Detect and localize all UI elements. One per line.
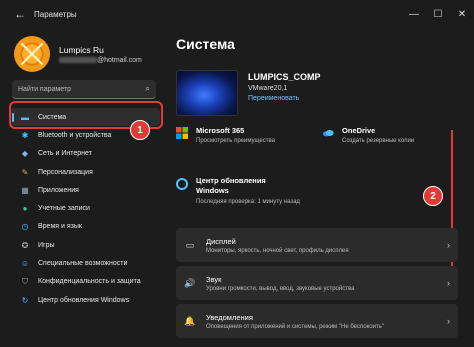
sidebar-item-label: Bluetooth и устройства <box>38 131 112 139</box>
avatar <box>14 36 50 72</box>
tile-title: OneDrive <box>342 126 376 135</box>
rename-link[interactable]: Переименовать <box>248 95 321 102</box>
row-icon: 🔔 <box>184 315 196 326</box>
user-email-suffix: @hotmail.com <box>97 56 142 64</box>
tile-subtitle: Создать резервные копии <box>342 138 415 144</box>
minimize-button[interactable]: — <box>402 0 426 28</box>
tile-title: Microsoft 365 <box>196 126 245 135</box>
tile-onedrive[interactable]: OneDrive Создать резервные копии <box>322 126 462 144</box>
device-model: VMware20,1 <box>248 85 288 92</box>
nav-icon: ● <box>22 204 28 214</box>
row-subtitle: Мониторы, яркость, ночной свет, профиль … <box>206 247 349 254</box>
row-text: Уведомления Оповещения от приложений и си… <box>206 313 447 330</box>
user-email: @hotmail.com <box>59 57 142 64</box>
user-card[interactable]: Lumpics Ru @hotmail.com <box>14 36 142 72</box>
sidebar: Lumpics Ru @hotmail.com Найти параметр ⌕… <box>0 28 168 347</box>
settings-list: ▭ Дисплей Мониторы, яркость, ночной свет, … <box>176 228 458 342</box>
nav-icon: ☺ <box>20 259 30 269</box>
nav-icon: ✱ <box>21 130 29 140</box>
sidebar-item[interactable]: ✎ Персонализация <box>10 163 160 181</box>
maximize-button[interactable]: ☐ <box>426 0 450 28</box>
search-placeholder: Найти параметр <box>18 85 71 93</box>
row-subtitle: Уровни громкости, вывод, ввод, звуковые … <box>206 285 355 292</box>
chevron-right-icon: › <box>447 316 450 326</box>
sidebar-item-label: Центр обновления Windows <box>38 296 130 304</box>
update-title: Центр обновления Windows <box>196 176 266 195</box>
update-subtitle: Последняя проверка: 1 минуту назад <box>196 199 300 205</box>
annotation-badge-1: 1 <box>130 120 150 140</box>
nav-icon: ↻ <box>21 295 29 305</box>
update-icon <box>176 178 188 190</box>
nav-icon: ✎ <box>21 167 29 177</box>
row-text: Дисплей Мониторы, яркость, ночной свет, п… <box>206 237 447 254</box>
email-redaction <box>59 56 97 63</box>
search-icon: ⌕ <box>145 84 150 93</box>
row-subtitle: Оповещения от приложений и системы, режи… <box>206 323 384 330</box>
row-title: Уведомления <box>206 312 253 322</box>
cloud-icon <box>322 130 334 137</box>
sidebar-item[interactable]: ◷ Время и язык <box>10 218 160 236</box>
back-arrow-icon[interactable]: ← <box>10 4 30 24</box>
sidebar-item[interactable]: ↻ Центр обновления Windows <box>10 291 160 309</box>
nav-icon: ⛉ <box>22 276 28 286</box>
device-wallpaper <box>176 70 238 116</box>
close-button[interactable]: ✕ <box>450 0 474 28</box>
sidebar-item-label: Сеть и Интернет <box>38 150 92 158</box>
user-name: Lumpics Ru <box>59 44 104 55</box>
sidebar-item-label: Специальные возможности <box>38 260 128 268</box>
sidebar-item[interactable]: ☺ Специальные возможности <box>10 254 160 272</box>
sidebar-item[interactable]: ▦ Приложения <box>10 181 160 199</box>
tile-subtitle: Просмотреть преимущества <box>196 138 275 144</box>
sidebar-item-label: Персонализация <box>38 168 93 176</box>
user-info: Lumpics Ru @hotmail.com <box>59 45 142 64</box>
row-icon: ▭ <box>185 239 195 250</box>
settings-row[interactable]: 🔊 Звук Уровни громкости, вывод, ввод, звук… <box>176 266 458 300</box>
device-card: LUMPICS_COMP VMware20,1 Переименовать <box>176 70 321 116</box>
window-title: Параметры <box>34 9 77 19</box>
nav-icon: ◷ <box>21 222 29 232</box>
chevron-right-icon: › <box>447 278 450 288</box>
title-bar: ← Параметры — ☐ ✕ <box>0 0 474 28</box>
sidebar-item-label: Учетные записи <box>38 205 90 213</box>
sidebar-item[interactable]: ✪ Игры <box>10 236 160 254</box>
nav-icon: ▦ <box>21 185 29 195</box>
quick-tiles: Microsoft 365 Просмотреть преимущества O… <box>176 126 466 144</box>
settings-row[interactable]: 🔔 Уведомления Оповещения от приложений и с… <box>176 304 458 338</box>
tile-microsoft-365[interactable]: Microsoft 365 Просмотреть преимущества <box>176 126 306 144</box>
sidebar-item[interactable]: ● Учетные записи <box>10 199 160 217</box>
main-content: Система LUMPICS_COMP VMware20,1 Переимен… <box>168 28 474 347</box>
page-title: Система <box>176 36 235 52</box>
search-input[interactable]: Найти параметр ⌕ <box>12 80 156 99</box>
nav-icon: ◆ <box>21 149 29 159</box>
sidebar-item-label: Игры <box>38 241 55 249</box>
row-title: Дисплей <box>206 236 236 246</box>
sidebar-item[interactable]: ◆ Сеть и Интернет <box>10 145 160 163</box>
device-info: LUMPICS_COMP VMware20,1 Переименовать <box>248 70 321 116</box>
sidebar-item[interactable]: ⛉ Конфиденциальность и защита <box>10 273 160 291</box>
settings-row[interactable]: ▭ Дисплей Мониторы, яркость, ночной свет, … <box>176 228 458 262</box>
row-icon: 🔊 <box>184 277 196 288</box>
windows-update-tile[interactable]: Центр обновления Windows Последняя прове… <box>176 176 306 206</box>
device-name: LUMPICS_COMP <box>248 72 321 82</box>
sidebar-item-label: Приложения <box>38 186 79 194</box>
row-title: Звук <box>206 274 222 284</box>
windows-logo-icon <box>176 127 188 139</box>
chevron-right-icon: › <box>447 240 450 250</box>
nav-icon: ✪ <box>21 240 29 250</box>
sidebar-item-label: Время и язык <box>38 223 82 231</box>
sidebar-item-label: Конфиденциальность и защита <box>38 278 141 286</box>
window-controls: — ☐ ✕ <box>402 0 474 28</box>
row-text: Звук Уровни громкости, вывод, ввод, звуко… <box>206 275 447 292</box>
